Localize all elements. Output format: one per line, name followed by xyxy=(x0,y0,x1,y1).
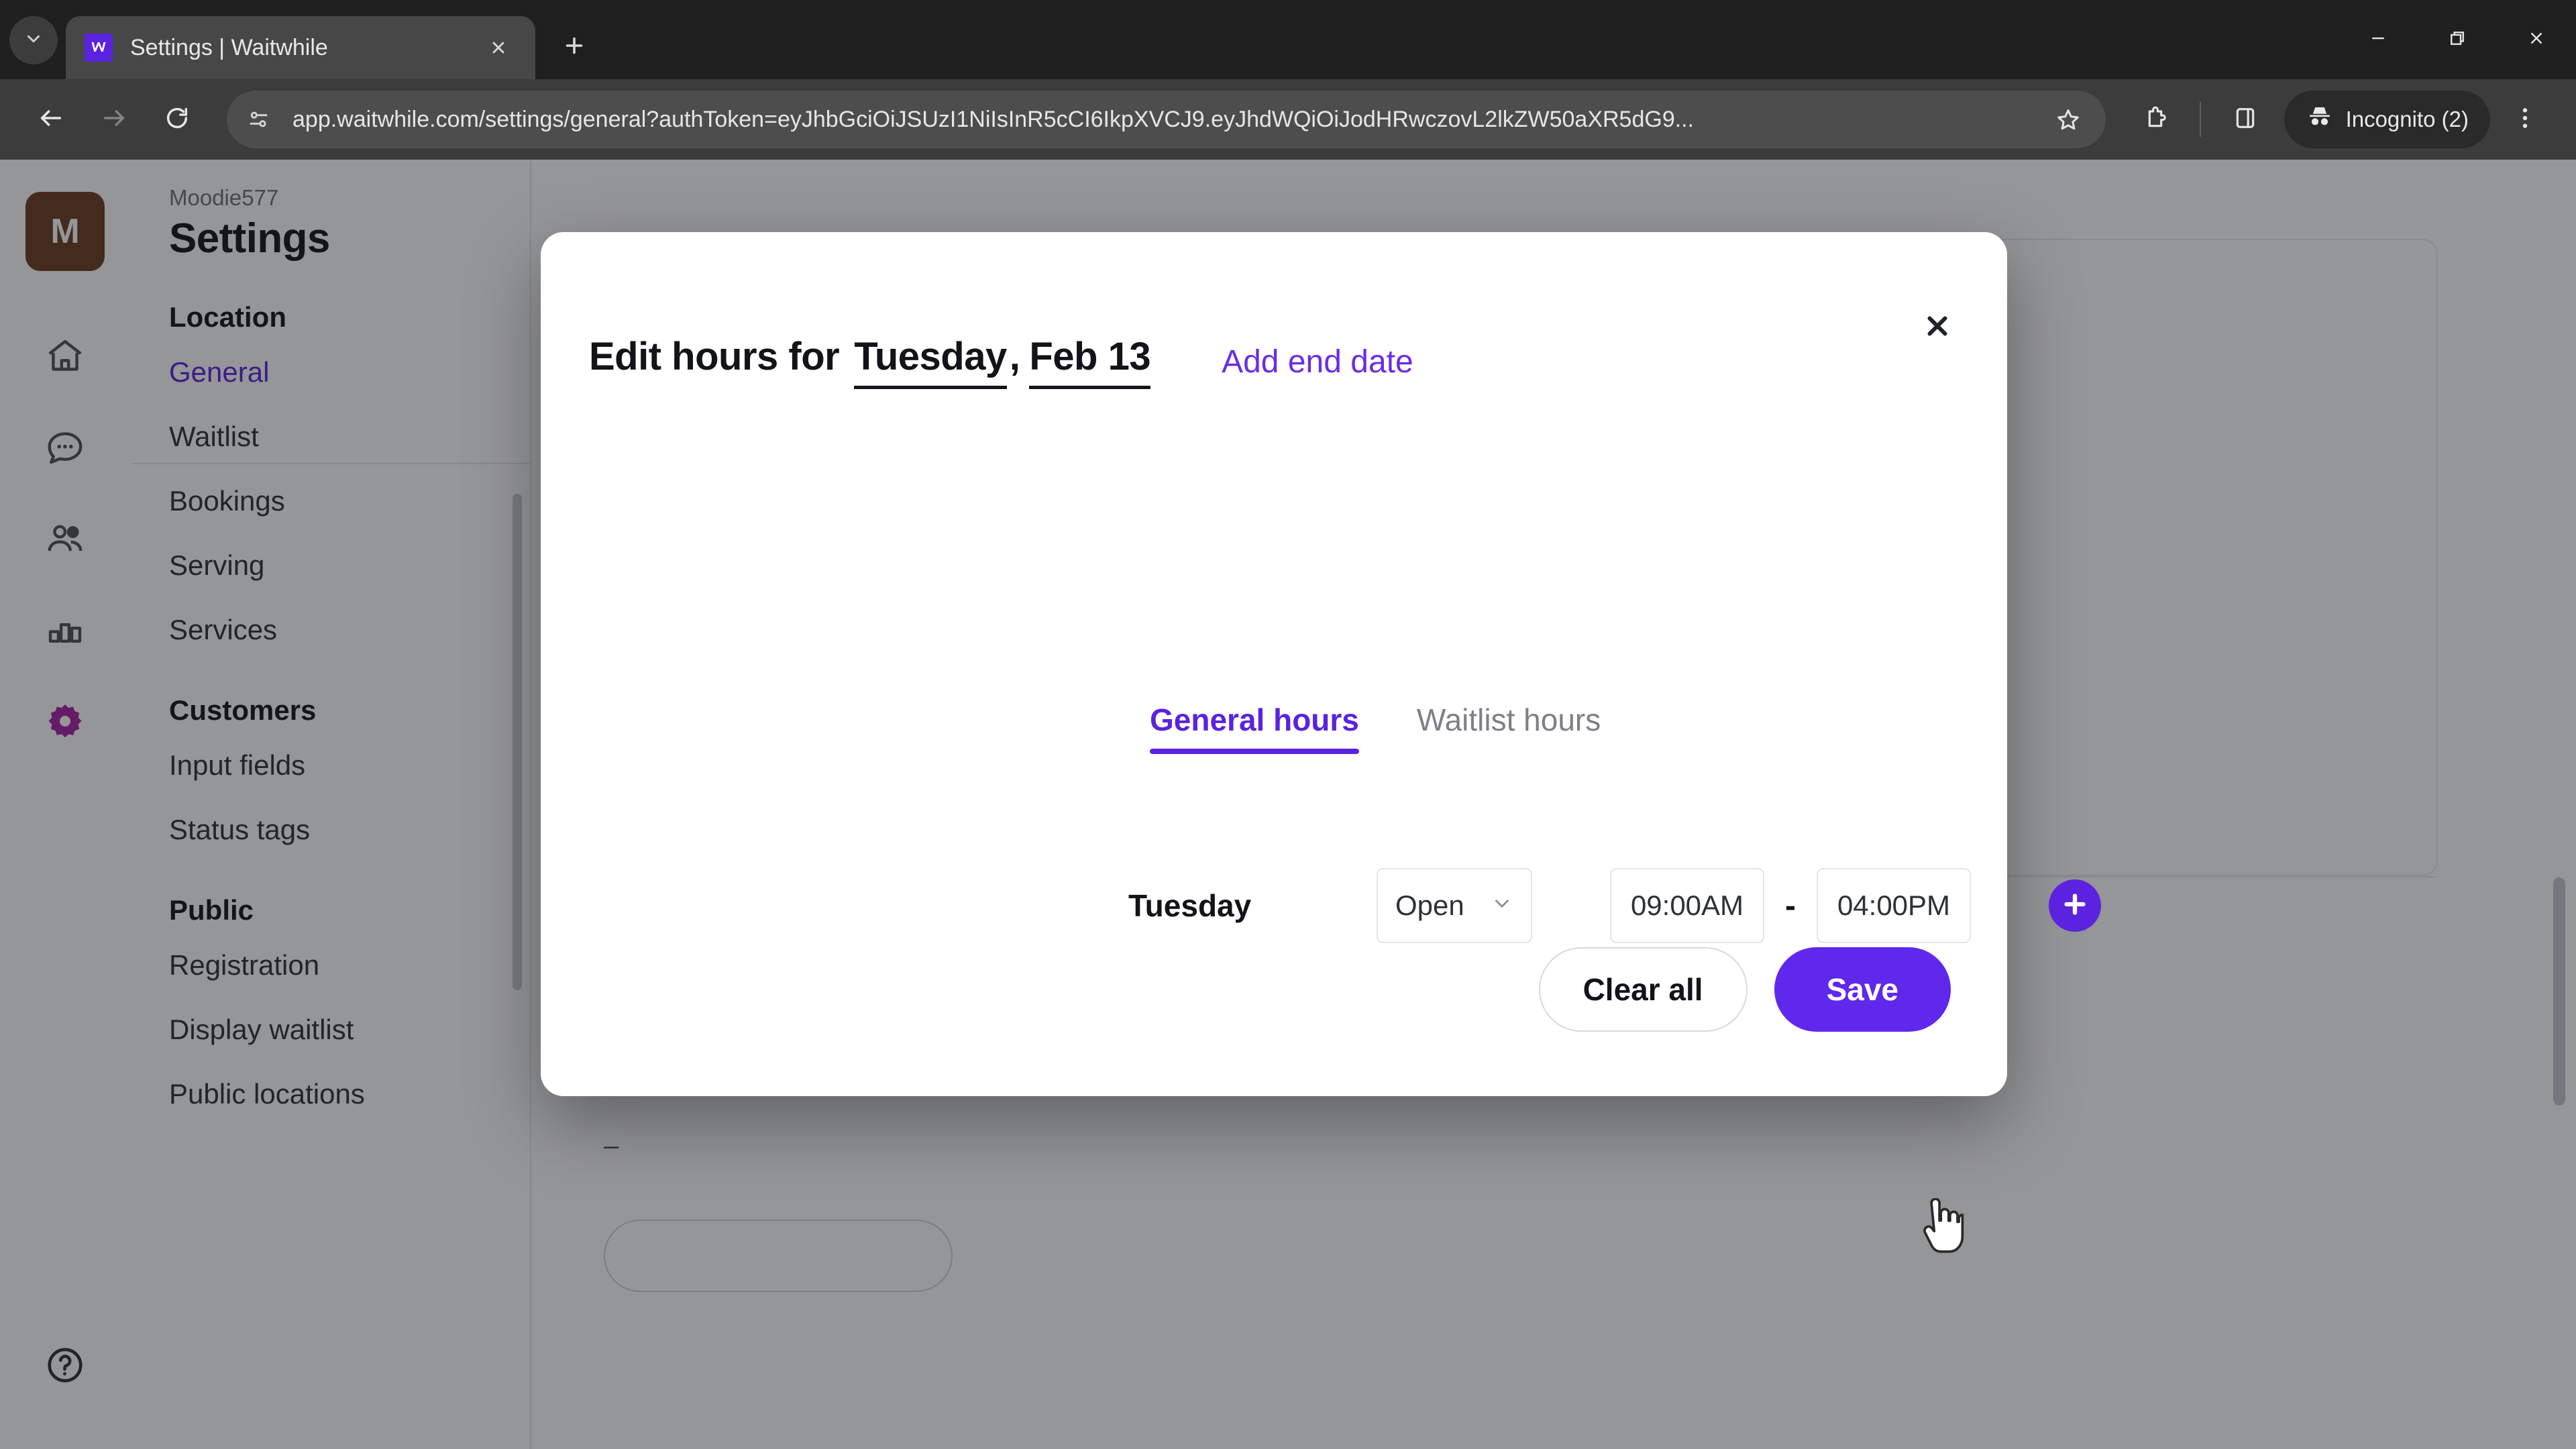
add-end-date-link[interactable]: Add end date xyxy=(1222,343,1413,380)
mouse-cursor xyxy=(1916,1197,1966,1257)
minimize-icon xyxy=(2368,28,2388,52)
clear-all-button[interactable]: Clear all xyxy=(1538,947,1748,1032)
tab-strip: Settings | Waitwhile xyxy=(0,0,2576,79)
browser-menu-button[interactable] xyxy=(2497,91,2553,148)
url-text[interactable]: app.waitwhile.com/settings/general?authT… xyxy=(284,107,2043,133)
dialog-close-button[interactable] xyxy=(1909,299,1966,356)
forward-button[interactable] xyxy=(86,91,142,148)
restore-icon xyxy=(2447,28,2467,52)
reload-icon xyxy=(164,105,191,135)
incognito-label: Incognito (2) xyxy=(2345,107,2469,131)
edit-hours-dialog: Edit hours for Tuesday , Feb 13 Add end … xyxy=(541,232,2101,1096)
arrow-left-icon xyxy=(38,105,64,135)
time-range-separator: - xyxy=(1785,888,1796,924)
tab-general-hours[interactable]: General hours xyxy=(1150,702,1359,754)
add-hours-button[interactable] xyxy=(2049,879,2101,932)
chevron-down-icon xyxy=(23,29,44,52)
dialog-date-field[interactable]: Feb 13 xyxy=(1029,334,1151,389)
window-minimize-button[interactable] xyxy=(2339,0,2418,79)
start-time-input[interactable]: 09:00AM xyxy=(1610,868,1764,943)
close-icon xyxy=(1922,311,1953,345)
new-tab-button[interactable] xyxy=(547,20,601,74)
tab-title: Settings | Waitwhile xyxy=(130,34,328,60)
extensions-puzzle-icon xyxy=(2142,105,2169,135)
browser-window: Settings | Waitwhile app.waitwhile.com/s… xyxy=(0,0,2576,1449)
three-dot-menu-icon xyxy=(2512,105,2538,135)
plus-icon xyxy=(562,34,586,61)
incognito-indicator[interactable]: Incognito (2) xyxy=(2284,91,2490,148)
chevron-down-icon xyxy=(1491,890,1513,922)
dialog-title-comma: , xyxy=(1009,335,1020,378)
plus-circle-icon xyxy=(2059,889,2090,923)
tab-search-button[interactable] xyxy=(9,16,58,64)
dialog-tabs: General hours Waitlist hours xyxy=(1150,702,1601,754)
page-info-icon[interactable] xyxy=(233,94,284,145)
extensions-button[interactable] xyxy=(2127,91,2184,148)
arrow-right-icon xyxy=(101,105,127,135)
window-controls xyxy=(2339,0,2576,79)
reload-button[interactable] xyxy=(149,91,205,148)
window-maximize-button[interactable] xyxy=(2418,0,2497,79)
incognito-hat-icon xyxy=(2306,103,2334,136)
side-panel-button[interactable] xyxy=(2217,91,2273,148)
dialog-title-prefix: Edit hours for xyxy=(589,335,840,378)
waitwhile-logo-icon xyxy=(85,34,113,62)
page-content: M Moodie577 Settings Location General Wa… xyxy=(0,160,2576,1449)
open-status-select[interactable]: Open xyxy=(1377,868,1532,943)
browser-toolbar: app.waitwhile.com/settings/general?authT… xyxy=(0,79,2576,160)
hours-row-day-label: Tuesday xyxy=(1128,888,1252,923)
omnibox[interactable]: app.waitwhile.com/settings/general?authT… xyxy=(227,91,2106,148)
window-close-button[interactable] xyxy=(2497,0,2576,79)
dialog-header: Edit hours for Tuesday , Feb 13 Add end … xyxy=(589,334,1413,389)
side-panel-icon xyxy=(2232,105,2259,135)
dialog-day-field[interactable]: Tuesday xyxy=(854,334,1007,389)
open-status-value: Open xyxy=(1395,890,1464,921)
close-icon xyxy=(2526,28,2546,52)
hours-row: Tuesday Open 09:00AM - 04:00PM xyxy=(1128,868,2101,943)
save-button[interactable]: Save xyxy=(1774,947,1951,1032)
tab-close-button[interactable] xyxy=(480,30,517,66)
dialog-actions: Clear all Save xyxy=(1538,947,1951,1032)
tab-waitlist-hours[interactable]: Waitlist hours xyxy=(1417,702,1601,754)
star-icon[interactable] xyxy=(2043,94,2094,145)
toolbar-divider xyxy=(2199,102,2201,137)
browser-tab[interactable]: Settings | Waitwhile xyxy=(66,16,535,79)
end-time-input[interactable]: 04:00PM xyxy=(1817,868,1971,943)
back-button[interactable] xyxy=(23,91,79,148)
